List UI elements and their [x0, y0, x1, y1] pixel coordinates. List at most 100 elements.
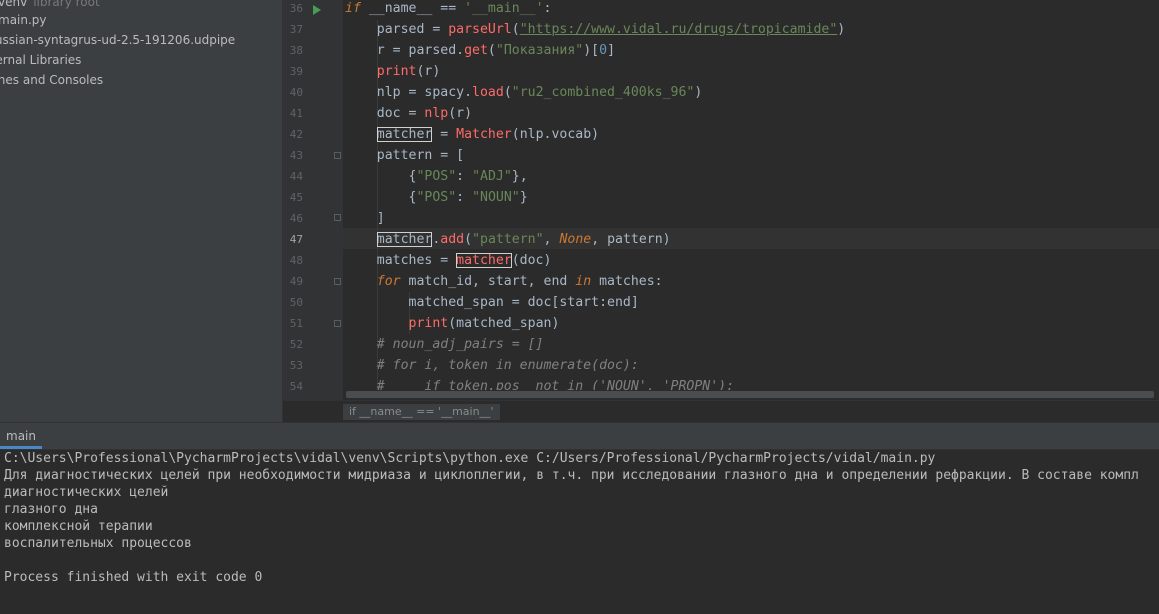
- code-line-52: # noun_adj_pairs = []: [345, 334, 544, 355]
- string-token: "POS": [416, 190, 457, 205]
- line-number: 39: [289, 65, 303, 78]
- editor-gutter[interactable]: 36 37 38 39 40 41 42 43 44 45 46 47 48 4…: [283, 0, 343, 400]
- code-token: }: [519, 190, 528, 205]
- line-number: 44: [289, 170, 303, 183]
- code-line-46: ]: [345, 208, 385, 229]
- code-token: :: [543, 1, 552, 16]
- code-token: },: [511, 169, 528, 184]
- console-line: диагностических целей: [4, 485, 169, 500]
- code-token: ]: [607, 43, 616, 58]
- line-number: 51: [289, 317, 303, 330]
- code-line-38: r = parsed.get("Показания")[0]: [345, 40, 615, 61]
- code-token: :: [456, 169, 473, 184]
- function-token: add: [440, 232, 465, 247]
- function-token: print: [408, 316, 449, 331]
- code-line-44: {"POS": "ADJ"},: [345, 166, 528, 187]
- line-number: 45: [289, 191, 303, 204]
- code-token: (r): [448, 106, 473, 121]
- code-token: match_id, start, end: [400, 274, 576, 289]
- code-token: , pattern): [591, 232, 671, 247]
- line-number: 54: [289, 380, 303, 393]
- string-token: "ADJ": [472, 169, 512, 184]
- run-tool-window-header: main: [0, 422, 1159, 450]
- code-line-39: print(r): [345, 61, 441, 82]
- line-number: 46: [289, 212, 303, 225]
- line-number: 43: [289, 149, 303, 162]
- tree-item-udpipe-file[interactable]: russian-syntagrus-ud-2.5-191206.udpipe: [0, 30, 235, 50]
- console-line: воспалительных процессов: [4, 536, 192, 551]
- tree-item-scratches-and-consoles[interactable]: Scratches and Consoles: [0, 70, 103, 90]
- breadcrumb[interactable]: if __name__ == '__main__': [343, 404, 500, 420]
- tab-run-main[interactable]: main: [0, 423, 42, 449]
- code-token: pattern = [: [345, 148, 465, 163]
- code-token: (: [511, 22, 520, 37]
- code-token: matches =: [345, 253, 457, 268]
- console-exit-status: Process finished with exit code 0: [4, 570, 263, 585]
- code-token: {: [345, 190, 417, 205]
- tree-item-label: Scratches and Consoles: [0, 73, 104, 87]
- code-token: matched_span = doc[start:end]: [345, 295, 639, 310]
- line-number: 36: [289, 2, 303, 15]
- code-token: {: [345, 169, 417, 184]
- tree-item-main-py[interactable]: main.py: [0, 10, 47, 30]
- code-line-50: matched_span = doc[start:end]: [345, 292, 639, 313]
- keyword-token: in: [575, 274, 592, 289]
- fold-marker-icon[interactable]: [334, 278, 341, 285]
- scrollbar-thumb[interactable]: [346, 391, 1154, 398]
- string-token: "ru2_combined_400ks_96": [511, 85, 695, 100]
- code-token: (: [487, 43, 496, 58]
- code-line-49: for match_id, start, end in matches:: [345, 271, 663, 292]
- comment-token: # for i, token in enumerate(doc):: [345, 358, 639, 373]
- code-token: ,: [543, 232, 560, 247]
- code-token: doc =: [345, 106, 425, 121]
- tree-item-external-libraries[interactable]: External Libraries: [0, 50, 81, 70]
- run-gutter-icon[interactable]: [313, 5, 321, 15]
- string-token: "https://www.vidal.ru/drugs/tropicamide": [519, 22, 838, 37]
- code-token: (matched_span): [448, 316, 560, 331]
- code-token: (doc): [511, 253, 552, 268]
- code-line-36: if __name__ == '__main__':: [345, 0, 551, 19]
- tree-item-secondary: library root: [33, 0, 100, 9]
- code-token: )[: [583, 43, 600, 58]
- code-line-41: doc = nlp(r): [345, 103, 472, 124]
- identifier-highlight: matcher: [376, 232, 433, 247]
- console-line: C:\Users\Professional\PycharmProjects\vi…: [4, 451, 936, 466]
- tree-item-label: main.py: [0, 13, 47, 27]
- fold-marker-icon[interactable]: [334, 214, 341, 221]
- code-editor[interactable]: if __name__ == '__main__': parsed = pars…: [343, 0, 1159, 400]
- fold-marker-icon[interactable]: [334, 152, 341, 159]
- code-line-40: nlp = spacy.load("ru2_combined_400ks_96"…: [345, 82, 703, 103]
- code-token: ]: [345, 211, 385, 226]
- code-token: (: [503, 85, 512, 100]
- console-line: глазного дна: [4, 502, 98, 517]
- code-token: matches:: [591, 274, 663, 289]
- code-line-51: print(matched_span): [345, 313, 560, 334]
- function-token: nlp: [424, 106, 449, 121]
- code-line-43: pattern = [: [345, 145, 464, 166]
- project-tree-panel: venv library root main.py russian-syntagr…: [0, 0, 283, 422]
- code-token: __name__ ==: [360, 1, 465, 16]
- identifier-highlight: matcher: [376, 127, 433, 142]
- run-console[interactable]: C:\Users\Professional\PycharmProjects\vi…: [0, 450, 1159, 614]
- number-token: 0: [599, 43, 608, 58]
- console-line: комплексной терапии: [4, 519, 153, 534]
- code-line-42: matcher = Matcher(nlp.vocab): [345, 124, 599, 145]
- fold-marker-icon[interactable]: [334, 320, 341, 327]
- code-line-53: # for i, token in enumerate(doc):: [345, 355, 639, 376]
- editor-breadcrumb-bar: if __name__ == '__main__': [283, 400, 1159, 422]
- code-token: :: [456, 190, 473, 205]
- keyword-token: for: [376, 274, 401, 289]
- function-token: get: [464, 43, 488, 58]
- class-token: Matcher: [456, 127, 512, 142]
- tree-item-label: External Libraries: [0, 53, 82, 67]
- code-token: r = parsed.: [345, 43, 465, 58]
- editor-horizontal-scrollbar[interactable]: [343, 390, 1159, 399]
- line-number: 41: [289, 107, 303, 120]
- string-token: "pattern": [472, 232, 544, 247]
- identifier-highlight: matcher: [456, 253, 512, 268]
- line-number: 42: [289, 128, 303, 141]
- line-number: 52: [289, 338, 303, 351]
- string-token: "Показания": [495, 43, 584, 58]
- line-number: 40: [289, 86, 303, 99]
- string-token: '__main__': [464, 1, 544, 16]
